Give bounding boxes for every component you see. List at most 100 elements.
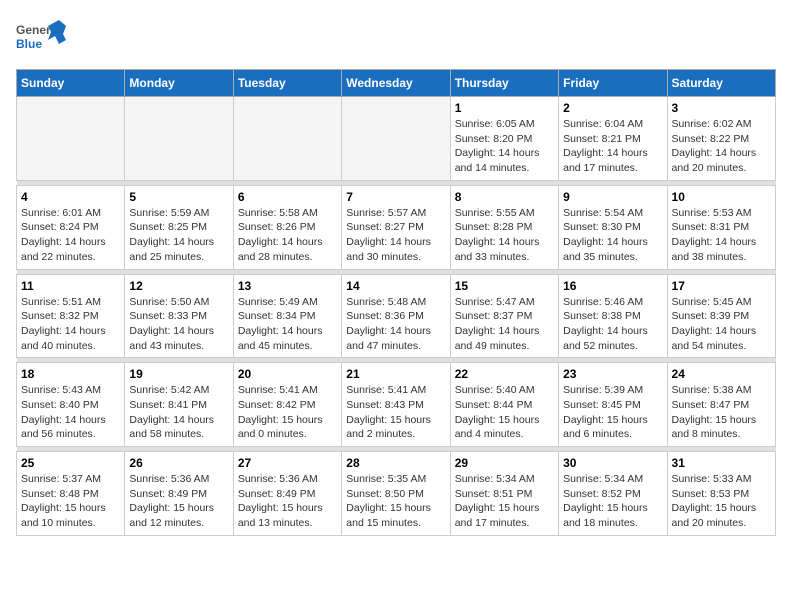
- calendar-cell: 2 Sunrise: 6:04 AMSunset: 8:21 PMDaylight…: [559, 97, 667, 181]
- day-info: Sunrise: 5:57 AMSunset: 8:27 PMDaylight:…: [346, 206, 445, 265]
- day-info: Sunrise: 5:51 AMSunset: 8:32 PMDaylight:…: [21, 295, 120, 354]
- day-info: Sunrise: 5:45 AMSunset: 8:39 PMDaylight:…: [672, 295, 771, 354]
- day-info: Sunrise: 5:37 AMSunset: 8:48 PMDaylight:…: [21, 472, 120, 531]
- calendar-cell: [342, 97, 450, 181]
- day-info: Sunrise: 5:43 AMSunset: 8:40 PMDaylight:…: [21, 383, 120, 442]
- svg-text:Blue: Blue: [16, 37, 42, 51]
- calendar-table: SundayMondayTuesdayWednesdayThursdayFrid…: [16, 69, 776, 536]
- day-number: 8: [455, 190, 554, 204]
- day-number: 29: [455, 456, 554, 470]
- day-number: 16: [563, 279, 662, 293]
- calendar-cell: 15 Sunrise: 5:47 AMSunset: 8:37 PMDayligh…: [450, 274, 558, 358]
- day-number: 19: [129, 367, 228, 381]
- calendar-week-row: 18 Sunrise: 5:43 AMSunset: 8:40 PMDayligh…: [17, 363, 776, 447]
- day-number: 25: [21, 456, 120, 470]
- day-info: Sunrise: 5:42 AMSunset: 8:41 PMDaylight:…: [129, 383, 228, 442]
- calendar-cell: [17, 97, 125, 181]
- calendar-cell: 26Sunrise: 5:36 AMSunset: 8:49 PMDayligh…: [125, 452, 233, 536]
- day-number: 14: [346, 279, 445, 293]
- day-number: 6: [238, 190, 337, 204]
- logo-icon: General Blue: [16, 16, 66, 61]
- calendar-cell: 13 Sunrise: 5:49 AMSunset: 8:34 PMDayligh…: [233, 274, 341, 358]
- calendar-cell: 22 Sunrise: 5:40 AMSunset: 8:44 PMDayligh…: [450, 363, 558, 447]
- day-number: 20: [238, 367, 337, 381]
- day-number: 7: [346, 190, 445, 204]
- calendar-cell: [125, 97, 233, 181]
- day-info: Sunrise: 6:02 AMSunset: 8:22 PMDaylight:…: [672, 117, 771, 176]
- day-info: Sunrise: 5:54 AMSunset: 8:30 PMDaylight:…: [563, 206, 662, 265]
- calendar-cell: 18 Sunrise: 5:43 AMSunset: 8:40 PMDayligh…: [17, 363, 125, 447]
- day-info: Sunrise: 5:36 AMSunset: 8:49 PMDaylight:…: [129, 472, 228, 531]
- weekday-header: Tuesday: [233, 70, 341, 97]
- day-info: Sunrise: 5:50 AMSunset: 8:33 PMDaylight:…: [129, 295, 228, 354]
- day-info: Sunrise: 5:40 AMSunset: 8:44 PMDaylight:…: [455, 383, 554, 442]
- day-info: Sunrise: 5:33 AMSunset: 8:53 PMDaylight:…: [672, 472, 771, 531]
- day-info: Sunrise: 5:53 AMSunset: 8:31 PMDaylight:…: [672, 206, 771, 265]
- day-number: 28: [346, 456, 445, 470]
- day-info: Sunrise: 5:36 AMSunset: 8:49 PMDaylight:…: [238, 472, 337, 531]
- weekday-header: Saturday: [667, 70, 775, 97]
- day-info: Sunrise: 5:34 AMSunset: 8:51 PMDaylight:…: [455, 472, 554, 531]
- day-number: 22: [455, 367, 554, 381]
- day-number: 30: [563, 456, 662, 470]
- day-number: 15: [455, 279, 554, 293]
- calendar-cell: 23Sunrise: 5:39 AMSunset: 8:45 PMDayligh…: [559, 363, 667, 447]
- day-number: 1: [455, 101, 554, 115]
- calendar-cell: 31Sunrise: 5:33 AMSunset: 8:53 PMDayligh…: [667, 452, 775, 536]
- day-number: 24: [672, 367, 771, 381]
- day-number: 3: [672, 101, 771, 115]
- day-number: 4: [21, 190, 120, 204]
- calendar-cell: 19 Sunrise: 5:42 AMSunset: 8:41 PMDayligh…: [125, 363, 233, 447]
- day-info: Sunrise: 5:34 AMSunset: 8:52 PMDaylight:…: [563, 472, 662, 531]
- day-info: Sunrise: 5:38 AMSunset: 8:47 PMDaylight:…: [672, 383, 771, 442]
- calendar-cell: 20 Sunrise: 5:41 AMSunset: 8:42 PMDayligh…: [233, 363, 341, 447]
- page-header: General Blue: [16, 16, 776, 61]
- calendar-cell: 10 Sunrise: 5:53 AMSunset: 8:31 PMDayligh…: [667, 185, 775, 269]
- logo: General Blue: [16, 16, 66, 61]
- calendar-cell: 14 Sunrise: 5:48 AMSunset: 8:36 PMDayligh…: [342, 274, 450, 358]
- day-info: Sunrise: 5:49 AMSunset: 8:34 PMDaylight:…: [238, 295, 337, 354]
- day-info: Sunrise: 5:41 AMSunset: 8:42 PMDaylight:…: [238, 383, 337, 442]
- weekday-header-row: SundayMondayTuesdayWednesdayThursdayFrid…: [17, 70, 776, 97]
- calendar-cell: 7 Sunrise: 5:57 AMSunset: 8:27 PMDaylight…: [342, 185, 450, 269]
- day-number: 18: [21, 367, 120, 381]
- day-number: 13: [238, 279, 337, 293]
- calendar-cell: 24 Sunrise: 5:38 AMSunset: 8:47 PMDayligh…: [667, 363, 775, 447]
- calendar-cell: 21 Sunrise: 5:41 AMSunset: 8:43 PMDayligh…: [342, 363, 450, 447]
- weekday-header: Sunday: [17, 70, 125, 97]
- day-info: Sunrise: 6:01 AMSunset: 8:24 PMDaylight:…: [21, 206, 120, 265]
- calendar-cell: 28 Sunrise: 5:35 AMSunset: 8:50 PMDayligh…: [342, 452, 450, 536]
- weekday-header: Thursday: [450, 70, 558, 97]
- calendar-week-row: 4 Sunrise: 6:01 AMSunset: 8:24 PMDaylight…: [17, 185, 776, 269]
- day-number: 2: [563, 101, 662, 115]
- calendar-cell: 12 Sunrise: 5:50 AMSunset: 8:33 PMDayligh…: [125, 274, 233, 358]
- calendar-cell: 30 Sunrise: 5:34 AMSunset: 8:52 PMDayligh…: [559, 452, 667, 536]
- weekday-header: Wednesday: [342, 70, 450, 97]
- calendar-cell: 16 Sunrise: 5:46 AMSunset: 8:38 PMDayligh…: [559, 274, 667, 358]
- calendar-cell: 8Sunrise: 5:55 AMSunset: 8:28 PMDaylight…: [450, 185, 558, 269]
- day-number: 12: [129, 279, 228, 293]
- day-info: Sunrise: 5:58 AMSunset: 8:26 PMDaylight:…: [238, 206, 337, 265]
- day-info: Sunrise: 5:41 AMSunset: 8:43 PMDaylight:…: [346, 383, 445, 442]
- day-number: 9: [563, 190, 662, 204]
- day-info: Sunrise: 5:39 AMSunset: 8:45 PMDaylight:…: [563, 383, 662, 442]
- calendar-week-row: 25 Sunrise: 5:37 AMSunset: 8:48 PMDayligh…: [17, 452, 776, 536]
- weekday-header: Monday: [125, 70, 233, 97]
- day-number: 27: [238, 456, 337, 470]
- day-number: 10: [672, 190, 771, 204]
- day-info: Sunrise: 6:05 AMSunset: 8:20 PMDaylight:…: [455, 117, 554, 176]
- day-info: Sunrise: 5:47 AMSunset: 8:37 PMDaylight:…: [455, 295, 554, 354]
- calendar-cell: [233, 97, 341, 181]
- day-number: 21: [346, 367, 445, 381]
- day-info: Sunrise: 5:46 AMSunset: 8:38 PMDaylight:…: [563, 295, 662, 354]
- calendar-cell: 3 Sunrise: 6:02 AMSunset: 8:22 PMDaylight…: [667, 97, 775, 181]
- calendar-cell: 11Sunrise: 5:51 AMSunset: 8:32 PMDayligh…: [17, 274, 125, 358]
- calendar-cell: 5Sunrise: 5:59 AMSunset: 8:25 PMDaylight…: [125, 185, 233, 269]
- day-number: 5: [129, 190, 228, 204]
- calendar-week-row: 11Sunrise: 5:51 AMSunset: 8:32 PMDayligh…: [17, 274, 776, 358]
- day-info: Sunrise: 6:04 AMSunset: 8:21 PMDaylight:…: [563, 117, 662, 176]
- day-number: 17: [672, 279, 771, 293]
- day-info: Sunrise: 5:48 AMSunset: 8:36 PMDaylight:…: [346, 295, 445, 354]
- weekday-header: Friday: [559, 70, 667, 97]
- day-info: Sunrise: 5:35 AMSunset: 8:50 PMDaylight:…: [346, 472, 445, 531]
